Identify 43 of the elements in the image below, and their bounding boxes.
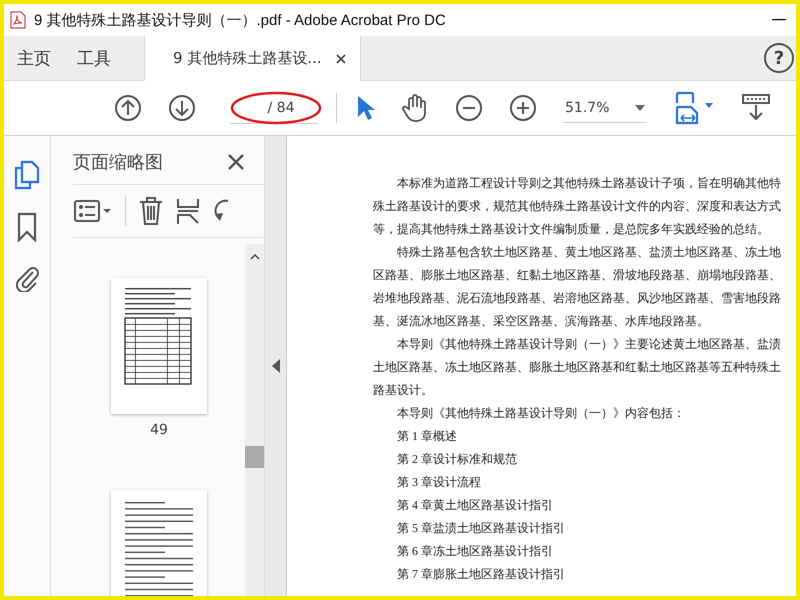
scroll-up-icon[interactable] — [250, 254, 260, 260]
document-paragraph: 本标准为道路工程设计导则之其他特殊土路基设计子项，旨在明确其他特殊土路基设计的要求，规范其他特殊土路基设计文件的内容、深度和表达方式等，提高其他特殊土路基设计文件编制质量，是总院多年实践经验的总结。 — [373, 175, 782, 238]
minimize-icon[interactable] — [772, 19, 786, 21]
zoom-out-icon[interactable] — [455, 94, 483, 122]
read-mode-icon[interactable] — [741, 93, 772, 123]
tab[interactable]: 9 其他特殊土路基设... — [144, 36, 361, 81]
insert-page-icon[interactable] — [176, 197, 200, 225]
page-thumbnail[interactable] — [111, 278, 207, 414]
document-paragraph: 第 5 章盐渍土地区路基设计指引 — [396, 520, 566, 537]
zoom-dropdown[interactable]: 51.7% — [563, 94, 648, 122]
pdf-file-icon — [10, 11, 26, 29]
trash-icon[interactable] — [138, 196, 164, 226]
document-paragraph: 第 7 章膨胀土地区路基设计指引 — [396, 566, 566, 583]
cursor-icon[interactable] — [355, 94, 375, 122]
document-paragraph: 第 1 章概述 — [396, 428, 458, 445]
attachment-panel-icon[interactable] — [15, 264, 39, 292]
document-paragraph: 第 2 章设计标准和规范 — [396, 451, 518, 468]
window-title: 9 其他特殊土路基设计导则（一）.pdf - Adobe Acrobat Pro DC — [34, 10, 446, 30]
document-paragraph: 第 6 章冻土地区路基设计指引 — [396, 543, 554, 560]
page-thumbnail[interactable] — [111, 490, 207, 596]
document-paragraph: 第 4 章黄土地区路基设计指引 — [396, 497, 554, 514]
caret-icon[interactable] — [635, 104, 646, 110]
page-number: 49 — [150, 422, 168, 438]
bookmark-panel-icon[interactable] — [17, 212, 37, 242]
hand-icon[interactable] — [401, 93, 429, 123]
document-paragraph: 本导则《其他特殊土路基设计导则（一）》内容包括： — [396, 405, 686, 422]
document-paragraph: 特殊土路基包含软土地区路基、黄土地区路基、盐渍土地区路基、冻土地区路基、膨胀土地区路基、红黏土地区路基、滑坡地段路基、崩塌地段路基、岩堆地段路基、泥石流地段路基、岩溶地区路基、风沙地区路基、雪害地段路基、涎流冰地区路基、采空区路基、滨海路基、水库地段路基。 — [373, 244, 782, 330]
pages-panel-icon[interactable] — [14, 160, 40, 190]
page-total: / 84 — [268, 100, 294, 116]
arrow-up-circle-icon[interactable] — [114, 94, 142, 122]
help-button[interactable]: ? — [764, 43, 794, 73]
panel-title: 页面缩略图 — [73, 151, 163, 174]
scrollbar[interactable] — [245, 244, 264, 596]
collapse-arrow-icon[interactable] — [272, 359, 280, 373]
close-icon[interactable] — [336, 54, 346, 64]
scrollbar-thumb[interactable] — [245, 446, 264, 468]
arrow-down-circle-icon[interactable] — [168, 94, 196, 122]
document-paragraph: 本导则《其他特殊土路基设计导则（一）》主要论述黄土地区路基、盐渍土地区路基、冻土地区路基、膨胀土地区路基和红黏土地区路基等五种特殊土路基设计。 — [373, 336, 782, 399]
fit-page-icon[interactable] — [673, 91, 716, 125]
options-menu-icon[interactable] — [73, 198, 113, 224]
zoom-in-icon[interactable] — [509, 94, 537, 122]
document-paragraph: 第 3 章设计流程 — [396, 474, 482, 491]
close-icon[interactable] — [228, 154, 244, 170]
